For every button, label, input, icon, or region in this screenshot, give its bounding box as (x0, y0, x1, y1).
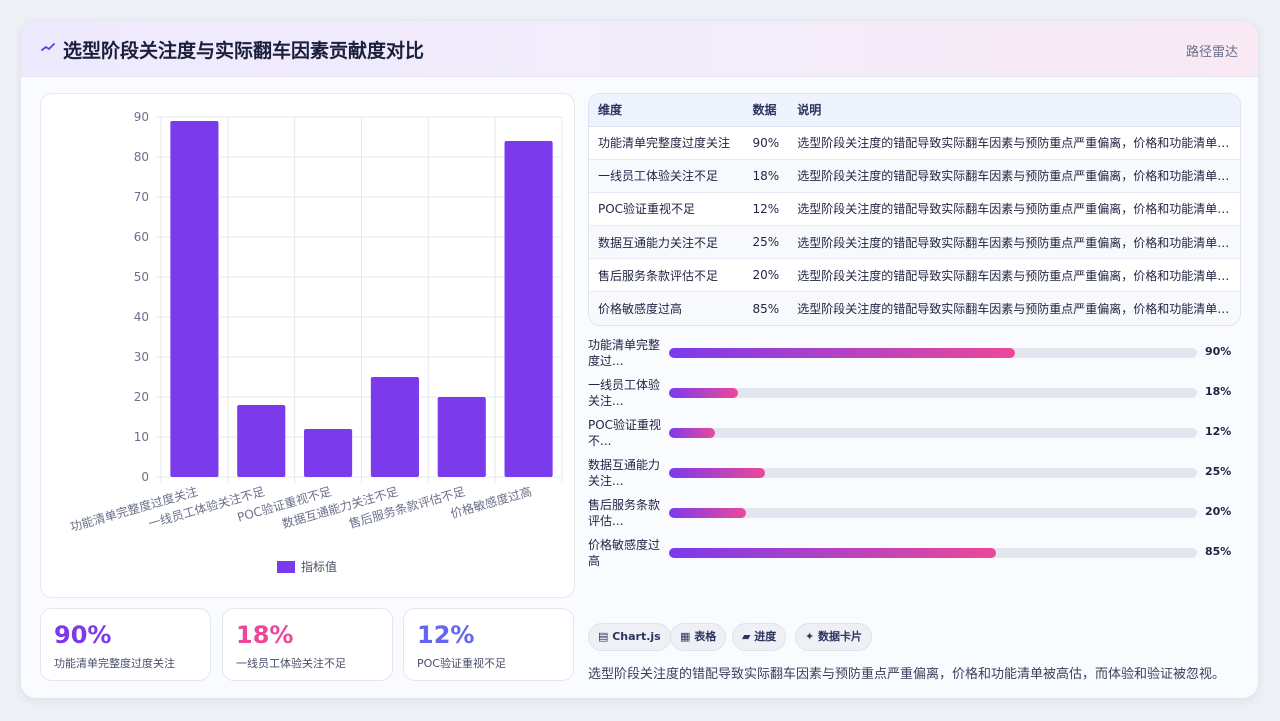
header-tag: 路径雷达 (1185, 45, 1238, 60)
description-cell: 选型阶段关注度的错配导致实际翻车因素与预防重点严重偏离，价格和功能清单被高估，而… (788, 225, 1240, 260)
description-cell: 选型阶段关注度的错配导致实际翻车因素与预防重点严重偏离，价格和功能清单被高估，而… (788, 258, 1240, 293)
dashboard-card: 选型阶段关注度与实际翻车因素贡献度对比 路径雷达 0 10 20 30 40 50 60 70… (20, 20, 1259, 699)
column-header: 数据 (743, 94, 789, 127)
column-header: 维度 (589, 94, 744, 127)
progress-track (669, 468, 1197, 478)
y-tick-label: 90 (134, 110, 149, 124)
dimension-cell: POC验证重视不足 (589, 192, 744, 227)
y-tick-label: 0 (141, 470, 149, 484)
tag-chip-table[interactable]: ▦ 表格 (670, 623, 727, 651)
data-table: 维度 数据 说明 功能清单完整度过度关注 90% 选型阶段关注度的错配导致实际翻… (588, 93, 1241, 326)
y-tick-label: 20 (134, 390, 149, 404)
header: 选型阶段关注度与实际翻车因素贡献度对比 路径雷达 (21, 21, 1258, 77)
bar (504, 141, 553, 477)
bar (370, 377, 419, 477)
progress-value: 85% (1205, 545, 1232, 558)
progress-track (669, 428, 1197, 438)
table-header-row: 维度 数据 说明 (589, 94, 1240, 127)
bar (304, 429, 353, 477)
progress-value: 12% (1205, 425, 1232, 438)
y-tick-label: 30 (134, 350, 149, 364)
value-cell: 90% (743, 126, 789, 160)
progress-label: 一线员工体验关注... (588, 378, 661, 408)
progress-value: 25% (1205, 465, 1232, 478)
progress-row: 售后服务条款评估... 20% (588, 495, 1241, 535)
progress-track (669, 348, 1197, 358)
progress-label: 功能清单完整度过... (588, 338, 661, 368)
value-cell: 85% (743, 291, 789, 325)
y-tick-label: 70 (134, 190, 149, 204)
description-cell: 选型阶段关注度的错配导致实际翻车因素与预防重点严重偏离，价格和功能清单被高估，而… (788, 291, 1240, 325)
progress-list: 功能清单完整度过... 90% 一线员工体验关注... 18% POC验证重视不… (588, 335, 1241, 575)
bar (237, 405, 286, 477)
table-row: 价格敏感度过高 85% 选型阶段关注度的错配导致实际翻车因素与预防重点严重偏离，… (589, 291, 1240, 325)
progress-row: 价格敏感度过高 85% (588, 535, 1241, 575)
bar-chart: 0102030405060708090功能清单完整度过度关注一线员工体验关注不足… (68, 110, 563, 574)
stat-value: 90% (54, 621, 112, 649)
progress-row: POC验证重视不... 12% (588, 415, 1241, 455)
table-row: 一线员工体验关注不足 18% 选型阶段关注度的错配导致实际翻车因素与预防重点严重… (589, 159, 1240, 193)
stat-value: 18% (236, 621, 294, 649)
progress-row: 数据互通能力关注... 25% (588, 455, 1241, 495)
y-tick-label: 50 (134, 270, 149, 284)
progress-fill (669, 428, 715, 438)
table-row: 数据互通能力关注不足 25% 选型阶段关注度的错配导致实际翻车因素与预防重点严重… (589, 225, 1240, 260)
table-row: POC验证重视不足 12% 选型阶段关注度的错配导致实际翻车因素与预防重点严重偏… (589, 192, 1240, 227)
value-cell: 25% (743, 225, 789, 260)
y-tick-label: 40 (134, 310, 149, 324)
progress-value: 20% (1205, 505, 1232, 518)
progress-value: 90% (1205, 345, 1232, 358)
tag-chip-progress[interactable]: ▰ 进度 (732, 623, 787, 651)
progress-value: 18% (1205, 385, 1232, 398)
progress-track (669, 508, 1197, 518)
stat-card-3: 12% POC验证重视不足 (403, 608, 574, 681)
description-cell: 选型阶段关注度的错配导致实际翻车因素与预防重点严重偏离，价格和功能清单被高估，而… (788, 192, 1240, 227)
dimension-cell: 一线员工体验关注不足 (589, 159, 744, 193)
stat-card-1: 90% 功能清单完整度过度关注 (40, 608, 211, 681)
bar-chart-panel: 0 10 20 30 40 50 60 70 80 90 功能清单完整度过度关注 一线员工体验关注不足… (40, 93, 575, 598)
table-row: 售后服务条款评估不足 20% 选型阶段关注度的错配导致实际翻车因素与预防重点严重… (589, 258, 1240, 293)
dimension-cell: 售后服务条款评估不足 (589, 258, 744, 293)
progress-label: 价格敏感度过高 (588, 538, 661, 568)
dimension-cell: 价格敏感度过高 (589, 291, 744, 325)
progress-track (669, 388, 1197, 398)
stat-label: POC验证重视不足 (417, 657, 506, 670)
progress-fill (669, 468, 766, 478)
tag-chip-data-card[interactable]: ✦ 数据卡片 (795, 623, 873, 651)
table-row: 功能清单完整度过度关注 90% 选型阶段关注度的错配导致实际翻车因素与预防重点严… (589, 126, 1240, 160)
progress-track (669, 548, 1197, 558)
value-cell: 20% (743, 258, 789, 293)
progress-label: 数据互通能力关注... (588, 458, 661, 488)
column-header: 说明 (788, 94, 1240, 127)
bar (170, 121, 219, 477)
progress-fill (669, 508, 747, 518)
stat-label: 功能清单完整度过度关注 (54, 657, 175, 670)
y-tick-label: 10 (134, 430, 149, 444)
value-cell: 18% (743, 159, 789, 193)
stat-card-2: 18% 一线员工体验关注不足 (222, 608, 393, 681)
progress-fill (669, 388, 738, 398)
description-cell: 选型阶段关注度的错配导致实际翻车因素与预防重点严重偏离，价格和功能清单被高估，而… (788, 159, 1240, 193)
progress-fill (669, 348, 1016, 358)
progress-fill (669, 548, 996, 558)
legend-label: 指标值 (301, 559, 337, 574)
y-tick-label: 60 (134, 230, 149, 244)
value-cell: 12% (743, 192, 789, 227)
bar (437, 397, 486, 477)
stat-label: 一线员工体验关注不足 (236, 657, 346, 670)
dimension-cell: 数据互通能力关注不足 (589, 225, 744, 260)
tag-chip-chartjs[interactable]: ▤ Chart.js (588, 623, 671, 651)
summary-text: 选型阶段关注度的错配导致实际翻车因素与预防重点严重偏离，价格和功能清单被高估，而… (588, 667, 1226, 682)
dimension-cell: 功能清单完整度过度关注 (589, 126, 744, 160)
progress-label: POC验证重视不... (588, 418, 662, 448)
pulse-icon (41, 43, 55, 51)
description-cell: 选型阶段关注度的错配导致实际翻车因素与预防重点严重偏离，价格和功能清单被高估，而… (788, 126, 1240, 160)
y-tick-label: 80 (134, 150, 149, 164)
progress-row: 功能清单完整度过... 90% (588, 335, 1241, 375)
progress-row: 一线员工体验关注... 18% (588, 375, 1241, 415)
progress-label: 售后服务条款评估... (588, 498, 661, 528)
stat-value: 12% (417, 621, 475, 649)
page-title: 选型阶段关注度与实际翻车因素贡献度对比 (63, 40, 425, 62)
legend-swatch (277, 561, 295, 573)
